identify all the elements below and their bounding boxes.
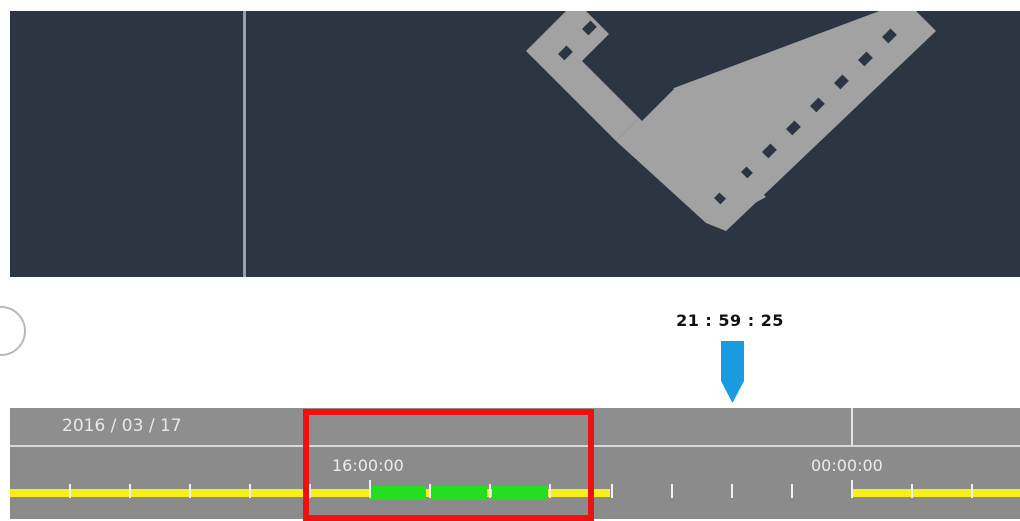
film-strip-icon <box>526 11 936 231</box>
major-tick <box>851 480 853 498</box>
minor-tick <box>189 484 191 498</box>
current-time-readout: 21 : 59 : 25 <box>676 311 784 330</box>
minor-tick <box>611 484 613 498</box>
timeline-date: 2016 / 03 / 17 <box>62 416 182 436</box>
playhead-marker-icon[interactable] <box>718 341 748 405</box>
day-divider <box>851 408 853 445</box>
highlight-box <box>303 409 594 521</box>
minor-tick <box>671 484 673 498</box>
playback-controls-area <box>0 280 1020 408</box>
continuous-recording-segment <box>853 489 1020 497</box>
minor-tick <box>731 484 733 498</box>
video-display-area <box>0 0 1020 280</box>
video-pane-right[interactable] <box>246 11 1020 277</box>
minor-tick <box>129 484 131 498</box>
minor-tick <box>791 484 793 498</box>
minor-tick <box>249 484 251 498</box>
minor-tick <box>971 484 973 498</box>
minor-tick <box>69 484 71 498</box>
video-pane-left[interactable] <box>10 11 243 277</box>
time-label-00: 00:00:00 <box>811 456 883 475</box>
minor-tick <box>911 484 913 498</box>
